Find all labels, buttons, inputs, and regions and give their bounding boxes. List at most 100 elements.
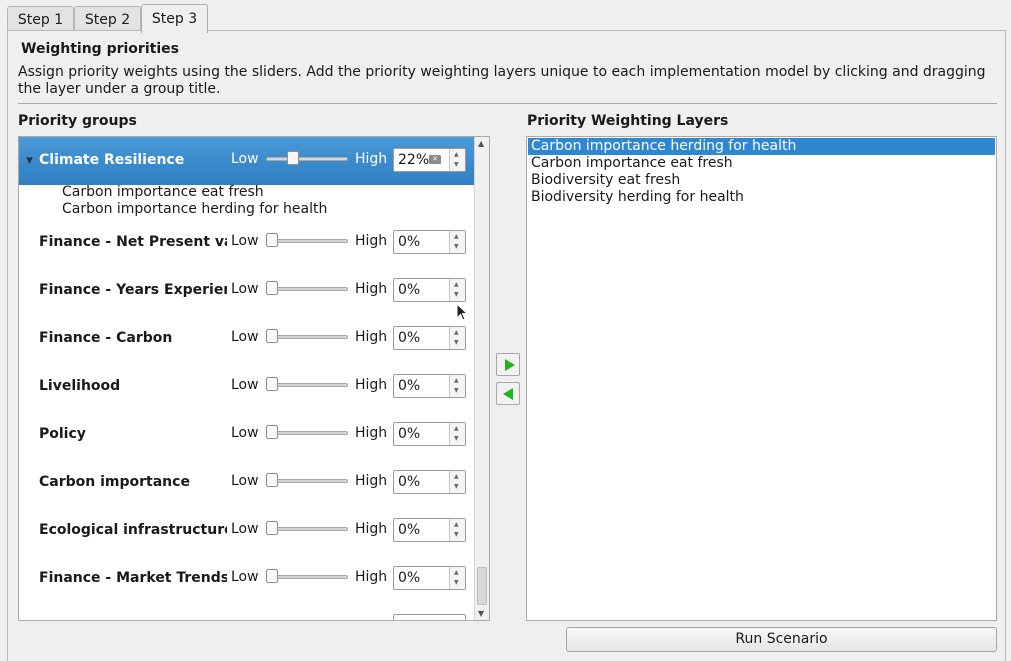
spinbox-buttons[interactable]: ▲ ▼ xyxy=(449,375,465,397)
priority-group-row[interactable]: Policy Low High 0% ▲ ▼ xyxy=(19,411,475,459)
priority-weight-slider[interactable] xyxy=(266,521,348,537)
slider-handle[interactable] xyxy=(266,425,278,439)
priority-weight-slider[interactable] xyxy=(266,569,348,585)
remove-layer-button[interactable] xyxy=(496,382,520,405)
low-label: Low xyxy=(231,151,259,167)
high-label: High xyxy=(355,569,388,585)
priority-layer-item[interactable]: Carbon importance herding for health xyxy=(528,138,995,155)
slider-handle[interactable] xyxy=(266,569,278,583)
priority-group-row[interactable]: Finance - Net Present valueLowHigh0%▲▼ xyxy=(19,219,475,267)
spin-up-icon[interactable]: ▲ xyxy=(454,233,459,240)
priority-weight-slider[interactable] xyxy=(266,233,348,249)
priority-layers-list[interactable]: Carbon importance herding for health Carb… xyxy=(526,136,997,621)
priority-layer-item[interactable]: Biodiversity herding for health xyxy=(528,189,995,206)
priority-layer-child[interactable]: Carbon importance eat fresh xyxy=(62,184,264,200)
priority-group-name: Finance - Market Trends xyxy=(39,570,227,586)
slider-handle[interactable] xyxy=(266,473,278,487)
spin-down-icon[interactable]: ▼ xyxy=(454,483,459,490)
spinbox-buttons[interactable]: ▲ ▼ xyxy=(449,327,465,349)
weight-spinbox[interactable]: 0% ▲ ▼ xyxy=(393,374,466,398)
spin-down-icon[interactable]: ▼ xyxy=(454,161,459,168)
priority-group-row[interactable]: ▼ Climate Resilience Low High 22% ✕ ▲ ▼ xyxy=(19,137,475,185)
priority-weight-slider[interactable] xyxy=(266,281,348,297)
spin-up-icon[interactable]: ▲ xyxy=(454,425,459,432)
priority-group-row[interactable]: Finance - Market Trends Low High 0% ▲ ▼ xyxy=(19,555,475,603)
vertical-scrollbar[interactable]: ▲ ▼ xyxy=(474,137,489,620)
scroll-down-icon[interactable]: ▼ xyxy=(478,609,484,618)
priority-groups-tree[interactable]: ▼ Climate Resilience Low High 22% ✕ ▲ ▼ Carbon i… xyxy=(18,136,490,621)
priority-weight-slider[interactable] xyxy=(266,377,348,393)
priority-group-name: Finance - Net Present value xyxy=(39,234,227,250)
slider-handle[interactable] xyxy=(266,329,278,343)
tab-step-2[interactable]: Step 2 xyxy=(74,6,141,33)
slider-handle[interactable] xyxy=(266,521,278,535)
spin-down-icon[interactable]: ▼ xyxy=(454,531,459,538)
high-label: High xyxy=(355,473,388,489)
low-label: Low xyxy=(231,425,259,441)
priority-group-row[interactable]: Finance - Carbon Low High 0% ▲ ▼ xyxy=(19,315,475,363)
clear-icon[interactable]: ✕ xyxy=(429,155,441,164)
priority-group-row[interactable]: Livelihood Low High 0% ▲ ▼ xyxy=(19,363,475,411)
priority-weight-slider[interactable] xyxy=(266,425,348,441)
slider-track xyxy=(266,335,348,339)
spin-down-icon[interactable]: ▼ xyxy=(454,243,459,250)
weight-value: 22% xyxy=(398,152,430,168)
weight-spinbox-clipped[interactable] xyxy=(393,614,466,620)
run-scenario-button[interactable]: Run Scenario xyxy=(566,627,997,652)
spinbox-buttons[interactable]: ▲ ▼ xyxy=(449,471,465,493)
spinbox-buttons[interactable]: ▲ ▼ xyxy=(449,567,465,589)
weight-value: 0% xyxy=(398,282,421,298)
spin-down-icon[interactable]: ▼ xyxy=(454,435,459,442)
weight-spinbox[interactable]: 0% ▲ ▼ xyxy=(393,326,466,350)
tab-step-3[interactable]: Step 3 xyxy=(141,4,208,33)
spinbox-buttons[interactable]: ▲ ▼ xyxy=(449,149,465,171)
spin-down-icon[interactable]: ▼ xyxy=(454,387,459,394)
priority-layer-item[interactable]: Carbon importance eat fresh xyxy=(528,155,995,172)
spin-up-icon[interactable]: ▲ xyxy=(454,281,459,288)
spinbox-buttons[interactable]: ▲ ▼ xyxy=(449,519,465,541)
priority-weight-slider[interactable] xyxy=(266,151,348,167)
slider-track xyxy=(266,479,348,483)
slider-handle[interactable] xyxy=(266,281,278,295)
spin-up-icon[interactable]: ▲ xyxy=(454,329,459,336)
high-label: High xyxy=(355,377,388,393)
spin-up-icon[interactable]: ▲ xyxy=(454,473,459,480)
slider-handle[interactable] xyxy=(266,377,278,391)
priority-weight-slider[interactable] xyxy=(266,329,348,345)
spin-up-icon[interactable]: ▲ xyxy=(454,569,459,576)
weight-spinbox[interactable]: 22% ✕ ▲ ▼ xyxy=(393,148,466,172)
slider-handle[interactable] xyxy=(287,151,299,165)
priority-layer-item[interactable]: Biodiversity eat fresh xyxy=(528,172,995,189)
scrollbar-thumb[interactable] xyxy=(477,567,487,605)
priority-group-row[interactable]: Ecological infrastructure Low High 0% ▲ ▼ xyxy=(19,507,475,555)
weight-spinbox[interactable]: 0% ▲ ▼ xyxy=(393,278,466,302)
high-label: High xyxy=(355,233,388,249)
weight-spinbox[interactable]: 0% ▲ ▼ xyxy=(393,566,466,590)
spinbox-buttons[interactable]: ▲ ▼ xyxy=(449,231,465,253)
section-description: Assign priority weights using the slider… xyxy=(18,64,986,97)
spin-down-icon[interactable]: ▼ xyxy=(454,291,459,298)
high-label: High xyxy=(355,521,388,537)
spinbox-buttons[interactable]: ▲ ▼ xyxy=(449,423,465,445)
weight-spinbox[interactable]: 0% ▲ ▼ xyxy=(393,518,466,542)
tab-step-1[interactable]: Step 1 xyxy=(7,6,74,33)
spin-up-icon[interactable]: ▲ xyxy=(454,151,459,158)
priority-group-row[interactable]: Finance - Years ExperienceLowHigh0%▲▼ xyxy=(19,267,475,315)
add-layer-button[interactable] xyxy=(496,353,520,376)
priority-layer-child[interactable]: Carbon importance herding for health xyxy=(62,201,327,217)
spin-down-icon[interactable]: ▼ xyxy=(454,579,459,586)
weight-spinbox[interactable]: 0% ▲ ▼ xyxy=(393,422,466,446)
spinbox-buttons[interactable]: ▲ ▼ xyxy=(449,279,465,301)
weight-spinbox[interactable]: 0% ▲ ▼ xyxy=(393,230,466,254)
low-label: Low xyxy=(231,569,259,585)
expand-caret-icon[interactable]: ▼ xyxy=(26,156,33,166)
priority-group-row[interactable]: Carbon importance Low High 0% ▲ ▼ xyxy=(19,459,475,507)
priority-group-name: Policy xyxy=(39,426,86,442)
spin-up-icon[interactable]: ▲ xyxy=(454,377,459,384)
scroll-up-icon[interactable]: ▲ xyxy=(478,139,484,148)
spin-down-icon[interactable]: ▼ xyxy=(454,339,459,346)
spin-up-icon[interactable]: ▲ xyxy=(454,521,459,528)
priority-weight-slider[interactable] xyxy=(266,473,348,489)
slider-handle[interactable] xyxy=(266,233,278,247)
weight-spinbox[interactable]: 0% ▲ ▼ xyxy=(393,470,466,494)
